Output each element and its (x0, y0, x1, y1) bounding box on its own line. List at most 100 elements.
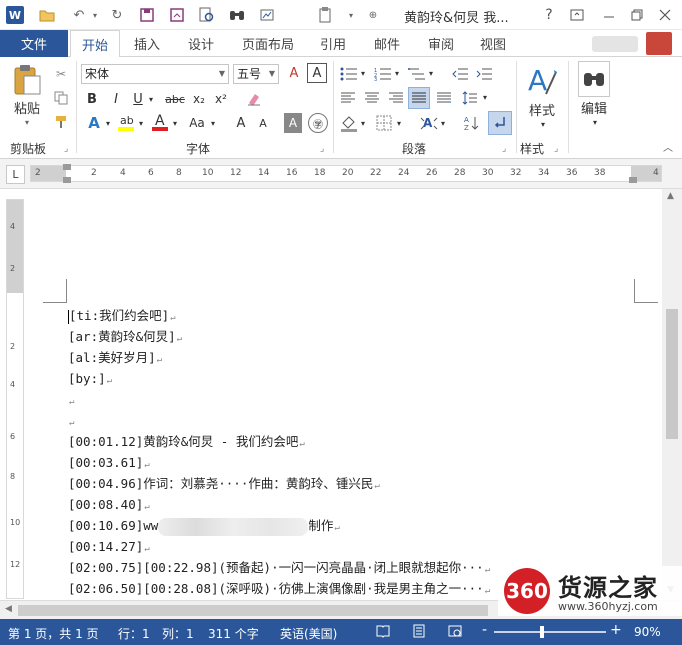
subscript-button[interactable]: x₂ (190, 90, 208, 108)
save-icon[interactable] (138, 6, 156, 24)
more-icon[interactable]: ⊕ (364, 6, 382, 24)
sort-icon[interactable]: AZ (462, 113, 482, 133)
change-case-dropdown-icon[interactable]: ▾ (208, 117, 218, 129)
tab-view[interactable]: 视图 (470, 30, 516, 57)
font-size-input[interactable]: 五号 ▼ (233, 64, 279, 84)
customize-dropdown-icon[interactable]: ▾ (342, 6, 360, 24)
close-icon[interactable] (652, 3, 678, 27)
font-launcher-icon[interactable]: ⌟ (320, 144, 324, 154)
change-case-button[interactable]: Aa (186, 113, 208, 133)
undo-dropdown-icon[interactable]: ▾ (86, 6, 104, 24)
tab-selector[interactable]: L (6, 165, 25, 184)
italic-button[interactable]: I (108, 90, 124, 108)
ribbon-display-icon[interactable] (564, 3, 590, 27)
highlight-dropdown-icon[interactable]: ▾ (136, 117, 146, 129)
clipboard-launcher-icon[interactable]: ⌟ (64, 144, 68, 154)
distributed-icon[interactable] (434, 89, 454, 107)
phonetic-guide-icon[interactable]: A (284, 63, 304, 83)
char-border-icon[interactable]: A (307, 63, 327, 83)
editing-button[interactable]: 编辑 (574, 99, 614, 117)
underline-button[interactable]: U (130, 90, 146, 108)
open-icon[interactable] (38, 6, 56, 24)
cut-icon[interactable]: ✂ (52, 65, 70, 83)
tab-home[interactable]: 开始 (70, 30, 120, 58)
horizontal-scroll-thumb[interactable] (18, 605, 488, 616)
chinese-layout-dropdown-icon[interactable]: ▾ (438, 117, 448, 129)
text-effects-dropdown-icon[interactable]: ▾ (103, 117, 113, 129)
bullets-icon[interactable] (338, 65, 360, 83)
increase-indent-icon[interactable] (474, 65, 494, 83)
page-count[interactable]: 第 1 页，共 1 页 (8, 625, 99, 642)
quick-access-icon[interactable] (258, 6, 276, 24)
word-count[interactable]: 311 个字 (208, 625, 259, 642)
font-color-icon[interactable]: A (150, 111, 170, 133)
bullets-dropdown-icon[interactable]: ▾ (358, 67, 368, 79)
decrease-indent-icon[interactable] (450, 65, 470, 83)
enclose-char-button[interactable]: ㊫ (308, 113, 328, 133)
language-indicator[interactable]: 英语(美国) (280, 625, 337, 642)
bold-button[interactable]: B (84, 90, 100, 108)
numbering-icon[interactable]: 123 (372, 65, 394, 83)
styles-button[interactable]: 样式 (522, 101, 562, 119)
copy-icon[interactable] (52, 89, 70, 107)
line-spacing-icon[interactable] (460, 89, 480, 107)
highlight-icon[interactable]: ab (116, 111, 136, 133)
text-effects-icon[interactable]: A (84, 113, 104, 133)
strikethrough-button[interactable]: abc (162, 90, 188, 108)
show-marks-icon[interactable] (488, 111, 512, 135)
web-layout-icon[interactable] (448, 624, 462, 641)
multilevel-list-icon[interactable] (406, 65, 428, 83)
clear-format-icon[interactable] (244, 90, 264, 108)
tab-references[interactable]: 引用 (310, 30, 356, 57)
shading-dropdown-icon[interactable]: ▾ (358, 117, 368, 129)
align-left-icon[interactable] (338, 89, 358, 107)
zoom-out-button[interactable]: - (482, 622, 487, 638)
borders-dropdown-icon[interactable]: ▾ (394, 117, 404, 129)
char-shading-button[interactable]: A (284, 113, 302, 133)
font-name-input[interactable]: 宋体 ▼ (81, 64, 229, 84)
numbering-dropdown-icon[interactable]: ▾ (392, 67, 402, 79)
font-color-dropdown-icon[interactable]: ▾ (170, 117, 180, 129)
styles-launcher-icon[interactable]: ⌟ (554, 144, 558, 154)
restore-icon[interactable] (624, 3, 650, 27)
column-indicator[interactable]: 列：1 (162, 625, 194, 642)
avatar[interactable] (646, 32, 672, 55)
first-line-indent-marker[interactable] (63, 164, 71, 170)
font-name-dropdown-icon[interactable]: ▼ (219, 65, 225, 83)
chinese-layout-icon[interactable]: A (418, 113, 440, 133)
vertical-ruler[interactable]: 4 2 2 4 6 8 10 12 (6, 199, 24, 599)
font-size-dropdown-icon[interactable]: ▼ (269, 65, 275, 83)
vertical-scroll-thumb[interactable] (666, 309, 678, 439)
scroll-up-icon[interactable]: ▲ (667, 191, 674, 201)
underline-dropdown-icon[interactable]: ▾ (146, 93, 156, 105)
justify-icon[interactable] (408, 87, 430, 109)
line-spacing-dropdown-icon[interactable]: ▾ (480, 91, 490, 103)
row-indicator[interactable]: 行：1 (118, 625, 150, 642)
format-painter-icon[interactable] (52, 113, 70, 131)
align-right-icon[interactable] (386, 89, 406, 107)
paste-icon[interactable] (316, 6, 334, 24)
left-indent-marker[interactable] (63, 177, 71, 183)
scroll-left-icon[interactable]: ◀ (5, 604, 12, 614)
zoom-level[interactable]: 90% (634, 625, 661, 639)
superscript-button[interactable]: x² (212, 90, 230, 108)
borders-icon[interactable] (374, 113, 394, 133)
tab-file[interactable]: 文件 (0, 30, 68, 57)
collapse-ribbon-icon[interactable]: ︿ (660, 139, 676, 154)
right-indent-marker[interactable] (629, 177, 637, 183)
styles-big-icon[interactable]: A (522, 63, 562, 99)
help-button[interactable]: ? (536, 3, 562, 27)
tab-mailings[interactable]: 邮件 (364, 30, 410, 57)
find-icon[interactable] (228, 6, 246, 24)
paste-button[interactable]: 粘贴 (10, 99, 44, 117)
shading-icon[interactable] (338, 113, 360, 133)
editing-big-icon[interactable] (578, 61, 610, 97)
save-as-icon[interactable] (168, 6, 186, 24)
paste-dropdown-icon[interactable]: ▾ (22, 117, 32, 127)
zoom-in-button[interactable]: + (610, 622, 622, 638)
styles-dropdown-icon[interactable]: ▾ (538, 119, 548, 129)
editing-dropdown-icon[interactable]: ▾ (590, 117, 600, 127)
multilevel-dropdown-icon[interactable]: ▾ (426, 67, 436, 79)
paste-big-icon[interactable] (10, 63, 44, 97)
document-body[interactable]: [ti:我们约会吧]↵ [ar:黄韵玲&何炅]↵ [al:美好岁月]↵ [by:… (68, 305, 490, 599)
